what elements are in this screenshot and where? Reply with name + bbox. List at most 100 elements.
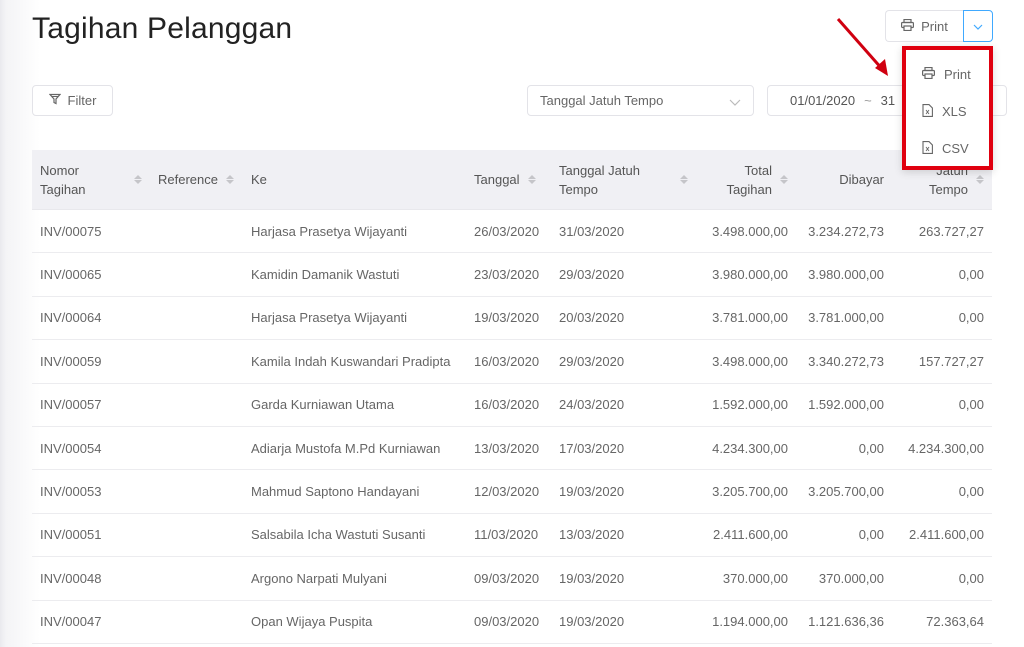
header-line-2: Tempo [559, 181, 599, 197]
cell-ke: Garda Kurniawan Utama [251, 397, 395, 413]
cell-ke: Kamidin Damanik Wastuti [251, 267, 400, 283]
cell-total: 1.592.000,00 [712, 397, 788, 413]
filter-label: Filter [67, 93, 97, 108]
table-row[interactable]: INV/00075 Harjasa Prasetya Wijayanti 26/03… [32, 210, 992, 254]
cell-dibayar: 3.234.272,73 [808, 223, 884, 239]
cell-sisa: 4.234.300,00 [908, 440, 984, 456]
table-row[interactable]: INV/00059 Kamila Indah Kuswandari Pradipt… [32, 340, 992, 384]
cell-nomor[interactable]: INV/00051 [32, 527, 150, 542]
cell-ke: Opan Wijaya Puspita [251, 614, 373, 630]
cell-sisa: 157.727,27 [918, 353, 984, 369]
cell-ke: Harjasa Prasetya Wijayanti [251, 310, 408, 326]
cell-tanggal: 26/03/2020 [474, 223, 540, 239]
header-line-2: Tagihan [726, 181, 772, 197]
cell-dibayar: 3.340.272,73 [808, 353, 884, 369]
header-line-1: Total [744, 162, 772, 178]
table-row[interactable]: INV/00064 Harjasa Prasetya Wijayanti 19/03… [32, 297, 992, 341]
column-header: Dibayar [796, 150, 892, 209]
cell-total: 3.980.000,00 [712, 267, 788, 283]
cell-nomor[interactable]: INV/00075 [32, 224, 150, 239]
sort-icon[interactable] [225, 175, 234, 184]
column-header-label: Ke [251, 170, 267, 189]
cell-tanggal: 09/03/2020 [474, 570, 540, 586]
print-dropdown-toggle[interactable] [963, 10, 993, 42]
cell-ke: Adiarja Mustofa M.Pd Kurniawan [251, 440, 441, 456]
cell-nomor[interactable]: INV/00048 [32, 571, 150, 586]
sort-icon[interactable] [527, 175, 536, 184]
cell-nomor[interactable]: INV/00047 [32, 614, 150, 629]
column-header[interactable]: Nomor Tagihan [32, 150, 150, 209]
cell-nomor[interactable]: INV/00059 [32, 354, 150, 369]
table-row[interactable]: INV/00048 Argono Narpati Mulyani 09/03/202… [32, 557, 992, 601]
cell-dibayar: 1.592.000,00 [808, 397, 884, 413]
sort-icon[interactable] [680, 175, 688, 184]
page-title: Tagihan Pelanggan [32, 12, 293, 45]
cell-nomor[interactable]: INV/00064 [32, 310, 150, 325]
cell-dibayar: 0,00 [858, 440, 884, 456]
cell-total: 3.205.700,00 [712, 484, 788, 500]
column-header[interactable]: Reference [150, 150, 243, 209]
cell-total: 2.411.600,00 [713, 527, 788, 543]
cell-nomor[interactable]: INV/00054 [32, 441, 150, 456]
cell-nomor[interactable]: INV/00053 [32, 484, 150, 499]
table-row[interactable]: INV/00057 Garda Kurniawan Utama 16/03/2020… [32, 384, 992, 427]
cell-tanggal: 19/03/2020 [474, 310, 540, 326]
cell-nomor[interactable]: INV/00057 [32, 397, 150, 412]
cell-ke: Harjasa Prasetya Wijayanti [251, 223, 408, 239]
file-icon [922, 140, 933, 157]
column-header[interactable]: Total Tagihan [696, 150, 796, 209]
header-line-1: Dibayar [839, 172, 884, 187]
column-header[interactable]: Tanggal [466, 150, 551, 209]
cell-dibayar: 1.121.636,36 [808, 614, 884, 630]
table-row[interactable]: INV/00053 Mahmud Saptono Handayani 12/03/2… [32, 470, 992, 514]
date-type-selected: Tanggal Jatuh Tempo [540, 93, 664, 108]
sort-icon[interactable] [976, 175, 984, 184]
menu-item-label: CSV [942, 141, 969, 156]
printer-icon [901, 18, 915, 34]
table-body: INV/00075 Harjasa Prasetya Wijayanti 26/03… [32, 210, 992, 644]
print-split-button: Print [885, 10, 993, 42]
table-row[interactable]: INV/00065 Kamidin Damanik Wastuti 23/03/20… [32, 253, 992, 297]
cell-sisa: 263.727,27 [918, 223, 984, 239]
column-header-label: Nomor Tagihan [40, 161, 86, 199]
print-button[interactable]: Print [885, 10, 963, 42]
cell-jatuh-tempo: 24/03/2020 [559, 397, 625, 413]
header-line-2: Tempo [928, 181, 968, 197]
invoice-table: Nomor Tagihan Reference Ke Tanggal Tanggal Ja… [32, 150, 992, 644]
cell-total: 3.498.000,00 [712, 223, 788, 239]
printer-icon [922, 66, 936, 82]
menu-item-xls[interactable]: XLS [906, 93, 989, 130]
cell-jatuh-tempo: 19/03/2020 [559, 484, 625, 500]
date-type-select[interactable]: Tanggal Jatuh Tempo [527, 85, 754, 116]
cell-jatuh-tempo: 19/03/2020 [559, 570, 625, 586]
cell-sisa: 2.411.600,00 [909, 527, 984, 543]
cell-sisa: 0,00 [958, 267, 984, 283]
cell-tanggal: 16/03/2020 [474, 397, 540, 413]
column-header: Ke [243, 150, 466, 209]
cell-sisa: 0,00 [958, 570, 984, 586]
cell-tanggal: 16/03/2020 [474, 353, 540, 369]
date-to: 31 [880, 93, 896, 108]
cell-jatuh-tempo: 29/03/2020 [559, 353, 625, 369]
column-header-label: Tanggal Jatuh Tempo [559, 161, 640, 199]
header-line-1: Tanggal Jatuh [559, 162, 640, 178]
sort-icon[interactable] [780, 175, 788, 184]
cell-nomor[interactable]: INV/00065 [32, 267, 150, 282]
chevron-down-icon [729, 95, 741, 110]
table-row[interactable]: INV/00054 Adiarja Mustofa M.Pd Kurniawan 1… [32, 427, 992, 471]
column-header[interactable]: Tanggal Jatuh Tempo [551, 150, 696, 209]
menu-item-csv[interactable]: CSV [906, 130, 989, 167]
cell-ke: Salsabila Icha Wastuti Susanti [251, 527, 426, 543]
table-row[interactable]: INV/00047 Opan Wijaya Puspita 09/03/2020 19… [32, 601, 992, 644]
filter-button[interactable]: Filter [32, 85, 113, 116]
column-header-label: Dibayar [839, 170, 884, 189]
menu-item-print[interactable]: Print [906, 56, 989, 93]
table-row[interactable]: INV/00051 Salsabila Icha Wastuti Susanti 1… [32, 514, 992, 558]
cell-sisa: 0,00 [958, 397, 984, 413]
header-line-1: Reference [158, 172, 218, 187]
column-header-label: Reference [158, 170, 218, 189]
cell-jatuh-tempo: 13/03/2020 [559, 527, 625, 543]
column-header-label: Total Tagihan [726, 161, 772, 199]
sort-icon[interactable] [134, 175, 142, 184]
cell-jatuh-tempo: 29/03/2020 [559, 267, 625, 283]
